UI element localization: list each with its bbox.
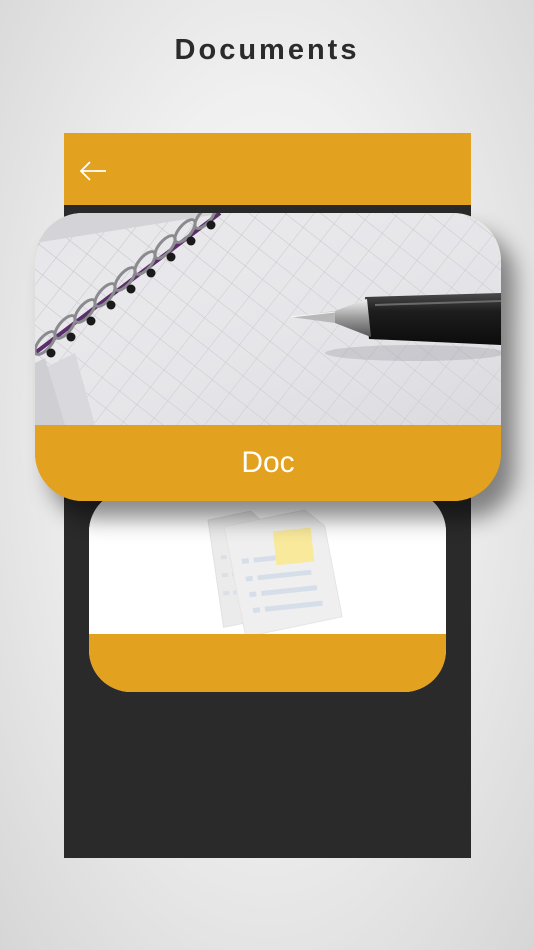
card-footer [89,634,446,692]
app-bar [64,133,471,205]
category-card-documents[interactable] [89,490,446,692]
arrow-left-icon [79,161,106,181]
page-title: Documents [174,34,360,66]
card-label-bar: Doc [35,425,501,501]
category-card-doc[interactable]: Doc [35,213,501,501]
card-label: Doc [241,446,295,479]
back-button[interactable] [78,159,110,183]
document-illustration-icon [89,490,446,634]
notebook-and-pen-photo [35,213,501,425]
